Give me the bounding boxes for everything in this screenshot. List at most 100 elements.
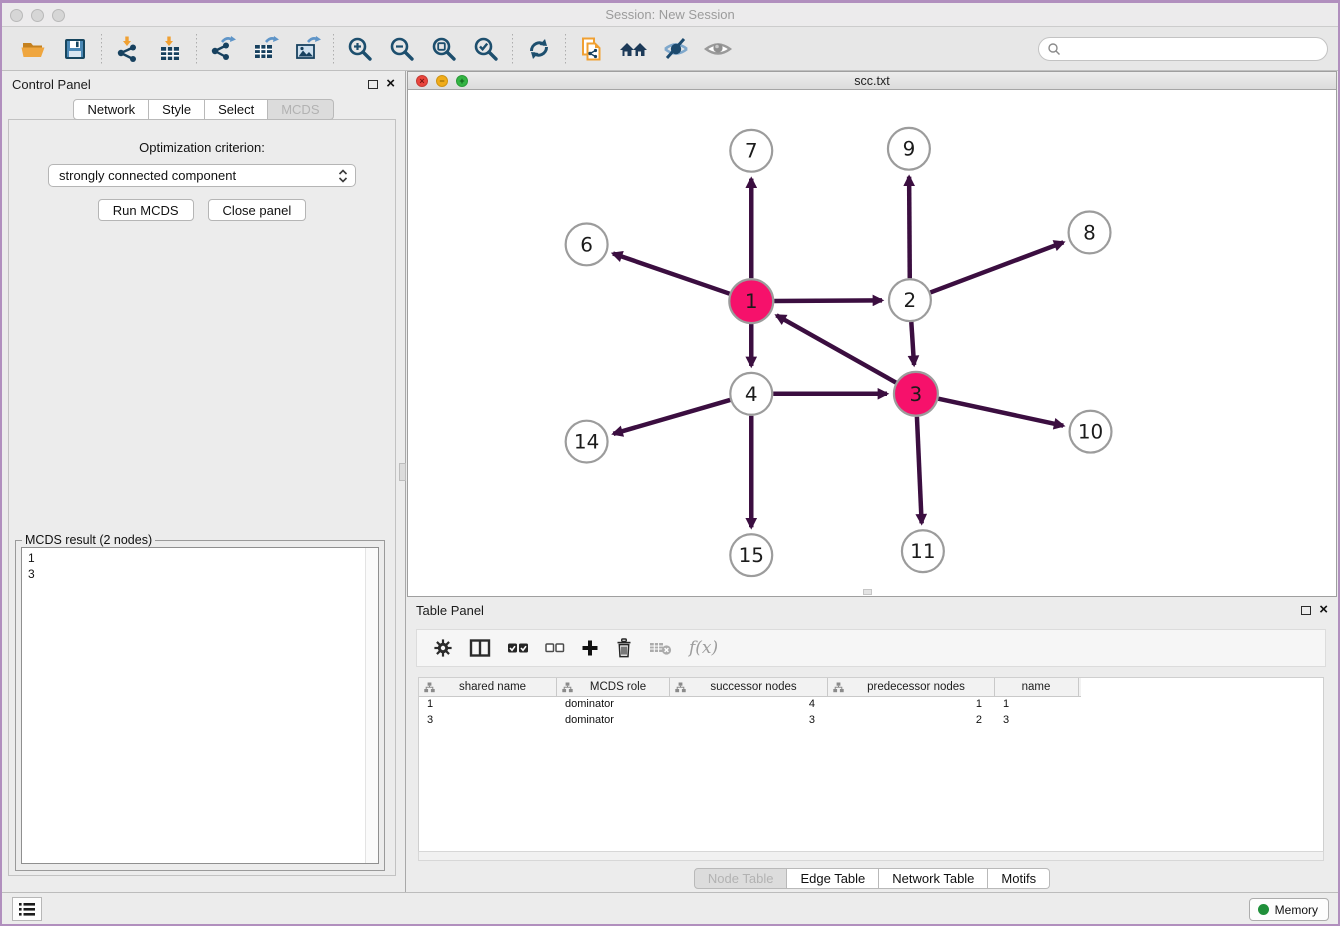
close-panel-icon[interactable]: × (386, 79, 395, 89)
column-header-name[interactable]: name (995, 678, 1079, 696)
column-header-shared-name[interactable]: shared name (419, 678, 557, 696)
graph-node-label: 11 (910, 540, 935, 563)
mcds-result-box[interactable]: 1 3 (21, 547, 379, 864)
column-header-predecessor-nodes[interactable]: predecessor nodes (828, 678, 995, 696)
close-table-panel-icon[interactable]: × (1319, 605, 1328, 615)
two-houses-icon (619, 35, 649, 63)
column-header-mcds-role[interactable]: MCDS role (557, 678, 670, 696)
control-panel: Control Panel × Network Style Select MCD… (2, 71, 405, 892)
graph-edge-2-9[interactable] (909, 177, 910, 279)
canvas-splitter-handle[interactable] (863, 589, 872, 595)
table-row[interactable]: 3 dominator 3 2 3 (419, 713, 1323, 729)
zoom-out-button[interactable] (381, 31, 423, 67)
gear-icon (433, 638, 453, 658)
duplicate-network-button[interactable] (571, 31, 613, 67)
tab-mcds[interactable]: MCDS (268, 99, 333, 120)
tree-icon (424, 682, 435, 693)
search-field[interactable] (1038, 37, 1328, 61)
tree-icon (562, 682, 573, 693)
add-column-button[interactable] (581, 635, 599, 661)
table-tabs: Node Table Edge Table Network Table Moti… (406, 868, 1338, 889)
memory-button[interactable]: Memory (1249, 898, 1329, 921)
export-network-button[interactable] (202, 31, 244, 67)
graph-node-label: 4 (745, 383, 758, 406)
zoom-in-button[interactable] (339, 31, 381, 67)
main-toolbar (2, 27, 1338, 71)
export-network-icon (209, 35, 237, 63)
tab-motifs[interactable]: Motifs (988, 868, 1050, 889)
node-table[interactable]: shared name MCDS role successor nodes pr… (418, 677, 1324, 851)
zoom-in-icon (346, 35, 374, 63)
table-options-button[interactable] (433, 635, 453, 661)
graph-edge-3-1[interactable] (776, 315, 895, 382)
save-session-button[interactable] (54, 31, 96, 67)
graph-node-label: 2 (904, 289, 917, 312)
window-titlebar: Session: New Session (2, 3, 1338, 27)
zoom-fit-button[interactable] (423, 31, 465, 67)
tab-network[interactable]: Network (73, 99, 149, 120)
import-table-button[interactable] (149, 31, 191, 67)
show-column-button[interactable] (469, 635, 491, 661)
tab-edge-table[interactable]: Edge Table (787, 868, 879, 889)
divider-handle[interactable] (399, 463, 406, 481)
float-panel-icon[interactable] (368, 80, 378, 89)
main-area: Control Panel × Network Style Select MCD… (2, 71, 1338, 892)
graph-node-label: 15 (739, 544, 764, 567)
unselect-all-columns-button[interactable] (545, 635, 565, 661)
graph-edge-2-3[interactable] (911, 322, 914, 365)
task-history-button[interactable] (12, 897, 42, 921)
criterion-dropdown[interactable]: strongly connected component (48, 164, 356, 187)
trash-icon (615, 638, 633, 658)
toolbar-separator (512, 34, 513, 64)
graph-edge-2-8[interactable] (930, 242, 1063, 292)
result-scrollbar[interactable] (365, 548, 378, 863)
first-neighbors-button[interactable] (613, 31, 655, 67)
graph-node-label: 6 (580, 233, 593, 256)
function-builder-button[interactable]: f(x) (689, 635, 718, 661)
export-image-button[interactable] (286, 31, 328, 67)
tree-icon (675, 682, 686, 693)
search-input[interactable] (1061, 42, 1327, 56)
graph-edge-1-6[interactable] (613, 253, 730, 293)
eye-icon (703, 35, 733, 63)
network-window-titlebar[interactable]: × − + scc.txt (408, 72, 1336, 90)
column-header-successor-nodes[interactable]: successor nodes (670, 678, 828, 696)
import-network-button[interactable] (107, 31, 149, 67)
table-toolbar: f(x) (416, 629, 1326, 667)
import-network-icon (114, 35, 142, 63)
graph-edge-3-10[interactable] (938, 399, 1063, 426)
close-panel-button[interactable]: Close panel (208, 199, 307, 221)
table-horizontal-scrollbar[interactable] (418, 851, 1324, 861)
graph-edge-1-2[interactable] (774, 300, 882, 301)
delete-table-icon (649, 639, 673, 657)
tab-select[interactable]: Select (205, 99, 268, 120)
graph-edge-3-11[interactable] (917, 417, 922, 524)
show-all-button[interactable] (697, 31, 739, 67)
open-session-button[interactable] (12, 31, 54, 67)
zoom-selected-icon (472, 35, 500, 63)
tab-network-table[interactable]: Network Table (879, 868, 988, 889)
export-table-icon (251, 35, 279, 63)
toolbar-separator (565, 34, 566, 64)
network-canvas[interactable]: 7968124314101511 (408, 91, 1336, 596)
unchecked-boxes-icon (545, 642, 565, 654)
table-row[interactable]: 1 dominator 4 1 1 (419, 697, 1323, 713)
table-panel-title: Table Panel (416, 603, 484, 618)
table-header: shared name MCDS role successor nodes pr… (419, 678, 1081, 697)
hide-selected-button[interactable] (655, 31, 697, 67)
zoom-selected-button[interactable] (465, 31, 507, 67)
select-all-columns-button[interactable] (507, 635, 529, 661)
toolbar-separator (333, 34, 334, 64)
run-mcds-button[interactable]: Run MCDS (98, 199, 194, 221)
graph-node-label: 3 (910, 383, 923, 406)
delete-table-button[interactable] (649, 635, 673, 661)
export-table-button[interactable] (244, 31, 286, 67)
tab-node-table[interactable]: Node Table (694, 868, 788, 889)
float-table-panel-icon[interactable] (1301, 606, 1311, 615)
graph-node-label: 8 (1083, 221, 1096, 244)
tree-icon (833, 682, 844, 693)
tab-style[interactable]: Style (149, 99, 205, 120)
apply-layout-button[interactable] (518, 31, 560, 67)
delete-column-button[interactable] (615, 635, 633, 661)
graph-edge-4-14[interactable] (613, 400, 730, 434)
